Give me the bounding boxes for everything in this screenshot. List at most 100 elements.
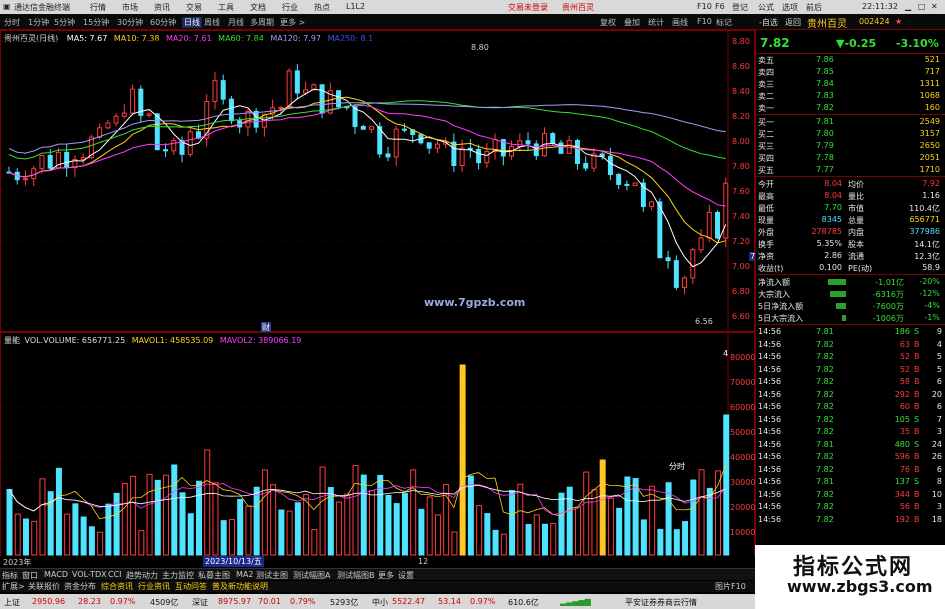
tab-test-sub-b[interactable]: 测试幅图B bbox=[337, 570, 375, 581]
stock-link[interactable]: 贵州百灵 bbox=[562, 2, 594, 13]
period-multi[interactable]: 多周期 bbox=[250, 17, 274, 28]
period-more[interactable]: 更多 > bbox=[280, 17, 305, 28]
candle-body bbox=[574, 140, 580, 164]
minimize-icon[interactable]: ▁ bbox=[905, 2, 911, 11]
sz-change: 70.01 bbox=[258, 597, 281, 606]
tab-vol-tdx[interactable]: VOL-TDX bbox=[72, 570, 107, 579]
period-daily[interactable]: 日线 bbox=[182, 17, 202, 28]
period-monthly[interactable]: 月线 bbox=[228, 17, 244, 28]
btn-draw[interactable]: 画线 bbox=[672, 17, 688, 28]
volume-bar bbox=[294, 502, 301, 556]
tick-volume: 344 bbox=[894, 489, 910, 499]
period-weekly[interactable]: 周线 bbox=[204, 17, 220, 28]
menu-options[interactable]: 选项 bbox=[782, 2, 798, 13]
tab-qa[interactable]: 互动问答 bbox=[175, 581, 207, 592]
zx-label[interactable]: 中小 bbox=[372, 597, 388, 608]
tab-macd[interactable]: MACD bbox=[44, 570, 68, 579]
stat-label: 最高 bbox=[758, 192, 774, 201]
close-icon[interactable]: ✕ bbox=[931, 2, 938, 11]
tab-more[interactable]: 更多 bbox=[378, 570, 394, 581]
login-link[interactable]: 交易未登录 bbox=[508, 2, 548, 13]
volume-bar bbox=[657, 528, 664, 556]
menu-f6[interactable]: F6 bbox=[715, 2, 725, 11]
watermark-text: www.7gpzb.com bbox=[424, 296, 526, 309]
candle-body bbox=[64, 151, 70, 169]
tab-ma2[interactable]: MA2 bbox=[236, 570, 253, 579]
tab-industry-news[interactable]: 行业资讯 bbox=[138, 581, 170, 592]
btn-watchlist[interactable]: -自选 bbox=[759, 17, 778, 28]
period-1min[interactable]: 1分钟 bbox=[28, 17, 49, 28]
menu-register[interactable]: 登记 bbox=[732, 2, 748, 13]
tick-row: 14:56 7.82 292 B 20 bbox=[756, 389, 945, 401]
tab-test-main[interactable]: 测试主图 bbox=[256, 570, 288, 581]
cursor-date: 2023/10/13/五 bbox=[203, 556, 264, 567]
btn-f10[interactable]: F10 bbox=[697, 17, 712, 26]
menu-hot[interactable]: 热点 bbox=[314, 2, 330, 13]
sh-label[interactable]: 上证 bbox=[4, 597, 20, 608]
menu-l1l2[interactable]: L1L2 bbox=[346, 2, 365, 11]
btn-adjust[interactable]: 复权 bbox=[600, 17, 616, 28]
candle-body bbox=[467, 147, 473, 150]
sz-label[interactable]: 深证 bbox=[192, 597, 208, 608]
tick-row: 14:56 7.82 76 B 6 bbox=[756, 464, 945, 476]
period-60min[interactable]: 60分钟 bbox=[150, 17, 176, 28]
tab-settings[interactable]: 设置 bbox=[398, 570, 414, 581]
sz-value: 8975.97 bbox=[218, 597, 252, 606]
menu-f10[interactable]: F10 bbox=[697, 2, 712, 11]
menu-trade[interactable]: 交易 bbox=[186, 2, 202, 13]
maximize-icon[interactable]: □ bbox=[918, 2, 926, 11]
price-tick-label: 7.80 bbox=[732, 162, 750, 171]
menu-industry[interactable]: 行业 bbox=[282, 2, 298, 13]
stat-value: 377986 bbox=[909, 227, 940, 236]
stat-label: PE(动) bbox=[848, 264, 873, 273]
tab-news[interactable]: 综合资讯 bbox=[101, 581, 133, 592]
volume-bar bbox=[344, 493, 351, 556]
btn-mark[interactable]: 标记 bbox=[716, 17, 732, 28]
candle-body bbox=[163, 149, 169, 152]
tab-cci[interactable]: CCI bbox=[108, 570, 122, 579]
tab-f10-image[interactable]: 图片F10 bbox=[715, 581, 746, 592]
period-15min[interactable]: 15分钟 bbox=[83, 17, 109, 28]
tab-test-sub-a[interactable]: 测试幅图A bbox=[293, 570, 330, 581]
tab-new-features[interactable]: 普及新功能说明 bbox=[212, 581, 268, 592]
tick-volume: 35 bbox=[899, 427, 910, 436]
period-tick[interactable]: 分时 bbox=[4, 17, 20, 28]
menu-quote[interactable]: 行情 bbox=[90, 2, 106, 13]
volume-bar bbox=[360, 474, 367, 556]
tick-volume: 76 bbox=[899, 464, 910, 474]
tab-related-quote[interactable]: 关联报价 bbox=[28, 581, 60, 592]
flow-row: 净流入额 -1.01亿 -20% bbox=[756, 276, 945, 288]
menu-market[interactable]: 市场 bbox=[122, 2, 138, 13]
menu-docs[interactable]: 文档 bbox=[250, 2, 266, 13]
stat-value: 8.04 bbox=[824, 191, 842, 200]
volume-bar bbox=[146, 473, 153, 556]
tick-row: 14:56 7.82 192 B 18 bbox=[756, 514, 945, 526]
volume-chart[interactable]: 量能 VOL.VOLUME: 656771.25 MAVOL1: 458535.… bbox=[0, 332, 755, 568]
kline-chart[interactable]: 贵州百灵(日线) MA5: 7.67 MA10: 7.38 MA20: 7.61… bbox=[0, 30, 769, 333]
btn-back[interactable]: 返回 bbox=[785, 17, 801, 28]
tick-volume: 56 bbox=[899, 502, 910, 511]
btn-stats[interactable]: 统计 bbox=[648, 17, 664, 28]
tab-private-main[interactable]: 私募主图 bbox=[198, 570, 230, 581]
alert-star-icon[interactable]: ★ bbox=[895, 17, 902, 26]
period-5min[interactable]: 5分钟 bbox=[54, 17, 75, 28]
period-30min[interactable]: 30分钟 bbox=[117, 17, 143, 28]
menu-formula[interactable]: 公式 bbox=[758, 2, 774, 13]
volume-bar bbox=[228, 519, 235, 556]
bid-price: 7.81 bbox=[816, 117, 834, 126]
tab-main-monitor[interactable]: 主力监控 bbox=[162, 570, 194, 581]
tab-extend[interactable]: 扩展> bbox=[2, 581, 25, 592]
stat-value: 7.92 bbox=[922, 179, 940, 188]
btn-overlay[interactable]: 叠加 bbox=[624, 17, 640, 28]
tick-volume: 186 bbox=[894, 327, 910, 336]
tab-indicator[interactable]: 指标 bbox=[2, 570, 18, 581]
tab-fund-dist[interactable]: 资金分布 bbox=[64, 581, 96, 592]
tick-time: 14:56 bbox=[758, 327, 782, 336]
sh-amount: 4509亿 bbox=[150, 598, 179, 607]
menu-nav[interactable]: 前后 bbox=[806, 2, 822, 13]
volume-bar bbox=[550, 522, 557, 556]
tab-trend-power[interactable]: 趋势动力 bbox=[126, 570, 158, 581]
menu-news[interactable]: 资讯 bbox=[154, 2, 170, 13]
tab-window[interactable]: 窗口 bbox=[22, 570, 38, 581]
menu-tools[interactable]: 工具 bbox=[218, 2, 234, 13]
